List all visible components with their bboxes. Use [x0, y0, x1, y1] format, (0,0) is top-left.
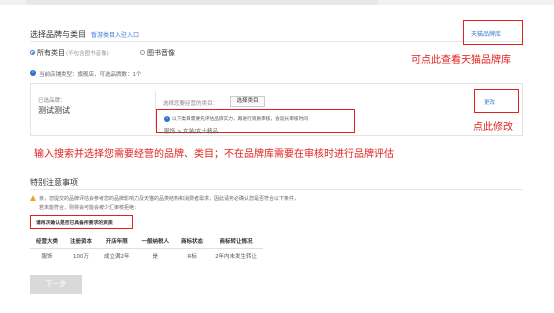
- table-header: 商标转让情况: [209, 234, 264, 249]
- table-header-row: 经营大类 注册资本 开店年限 一般纳税人 商标状态 商标转让情况: [30, 234, 264, 249]
- table-header: 开店年限: [98, 234, 136, 249]
- warning-triangle-icon: [30, 195, 36, 201]
- notice-divider: [30, 189, 523, 190]
- radio-all-categories[interactable]: [30, 50, 35, 55]
- catalog-button[interactable]: 天猫品牌库: [471, 29, 501, 38]
- store-type-info: 当前店铺类型：旗舰店，可选品牌数：1个: [39, 72, 142, 78]
- radio-books-label: 图书音像: [147, 49, 175, 57]
- notice-line-2: 若未能符合，则将会可能会被少汇审核拒绝：: [39, 205, 140, 211]
- section-divider: [30, 41, 523, 42]
- qualification-note: 请再次确认是否已具备所要求的资质: [36, 221, 113, 226]
- search-annotation: 输入搜索并选择您需要经营的品牌、类目；不在品牌库需要在审核时进行品牌评估: [34, 149, 394, 160]
- notice-title: 特别注意事项: [30, 178, 78, 187]
- section-title: 选择品牌与类目: [30, 30, 86, 39]
- select-category-button[interactable]: 选择类目: [230, 96, 265, 107]
- radio-all-label: 所有类目: [37, 49, 65, 57]
- brand-name: 测试测试: [38, 106, 70, 115]
- warning-icon: i: [164, 116, 170, 122]
- edit-link[interactable]: 更改: [484, 98, 495, 106]
- radio-books-av[interactable]: [140, 50, 145, 55]
- qualification-table: 经营大类 注册资本 开店年限 一般纳税人 商标状态 商标转让情况 服饰 100万…: [30, 234, 264, 264]
- table-header: 注册资本: [64, 234, 99, 249]
- table-header: 商标状态: [175, 234, 210, 249]
- table-cell: 服饰: [41, 254, 53, 260]
- category-label: 选择您要经营的类目：: [163, 101, 219, 107]
- brand-label: 已选品牌：: [38, 98, 66, 104]
- top-panel-edge: [26, 0, 378, 5]
- category-warning: 以下类目需要先评估品牌实力，再进行资质审核，会延长审核时间: [172, 117, 308, 122]
- edit-highlight-box: [474, 89, 519, 113]
- table-cell: 2年内未发生转让: [215, 254, 258, 260]
- category-path: 服饰 > 女装/女士精品: [164, 129, 218, 135]
- notice-line-1: 亲，您提交的品牌评估会参考您的品牌影响力及天猫的品类结构和消费者需求，因此请务必…: [39, 196, 300, 202]
- table-header: 一般纳税人: [135, 234, 176, 249]
- table-cell: 100万: [73, 254, 90, 260]
- next-step-button[interactable]: 下一步: [30, 275, 82, 294]
- info-icon: i: [30, 70, 36, 76]
- table-row: 服饰 100万 成立满2年 是 R标 2年内未发生转让: [30, 249, 263, 264]
- table-cell: 成立满2年: [104, 254, 130, 260]
- table-cell: 是: [152, 254, 159, 260]
- radio-all-sub: (不包含图书音像): [66, 51, 109, 57]
- catalog-annotation: 可点此查看天猫品牌库: [411, 55, 511, 66]
- table-cell: R标: [187, 254, 197, 260]
- modify-annotation: 点此修改: [473, 122, 513, 133]
- table-header: 经营大类: [30, 234, 65, 249]
- entry-link[interactable]: 暂游类目入驻入口: [91, 30, 139, 39]
